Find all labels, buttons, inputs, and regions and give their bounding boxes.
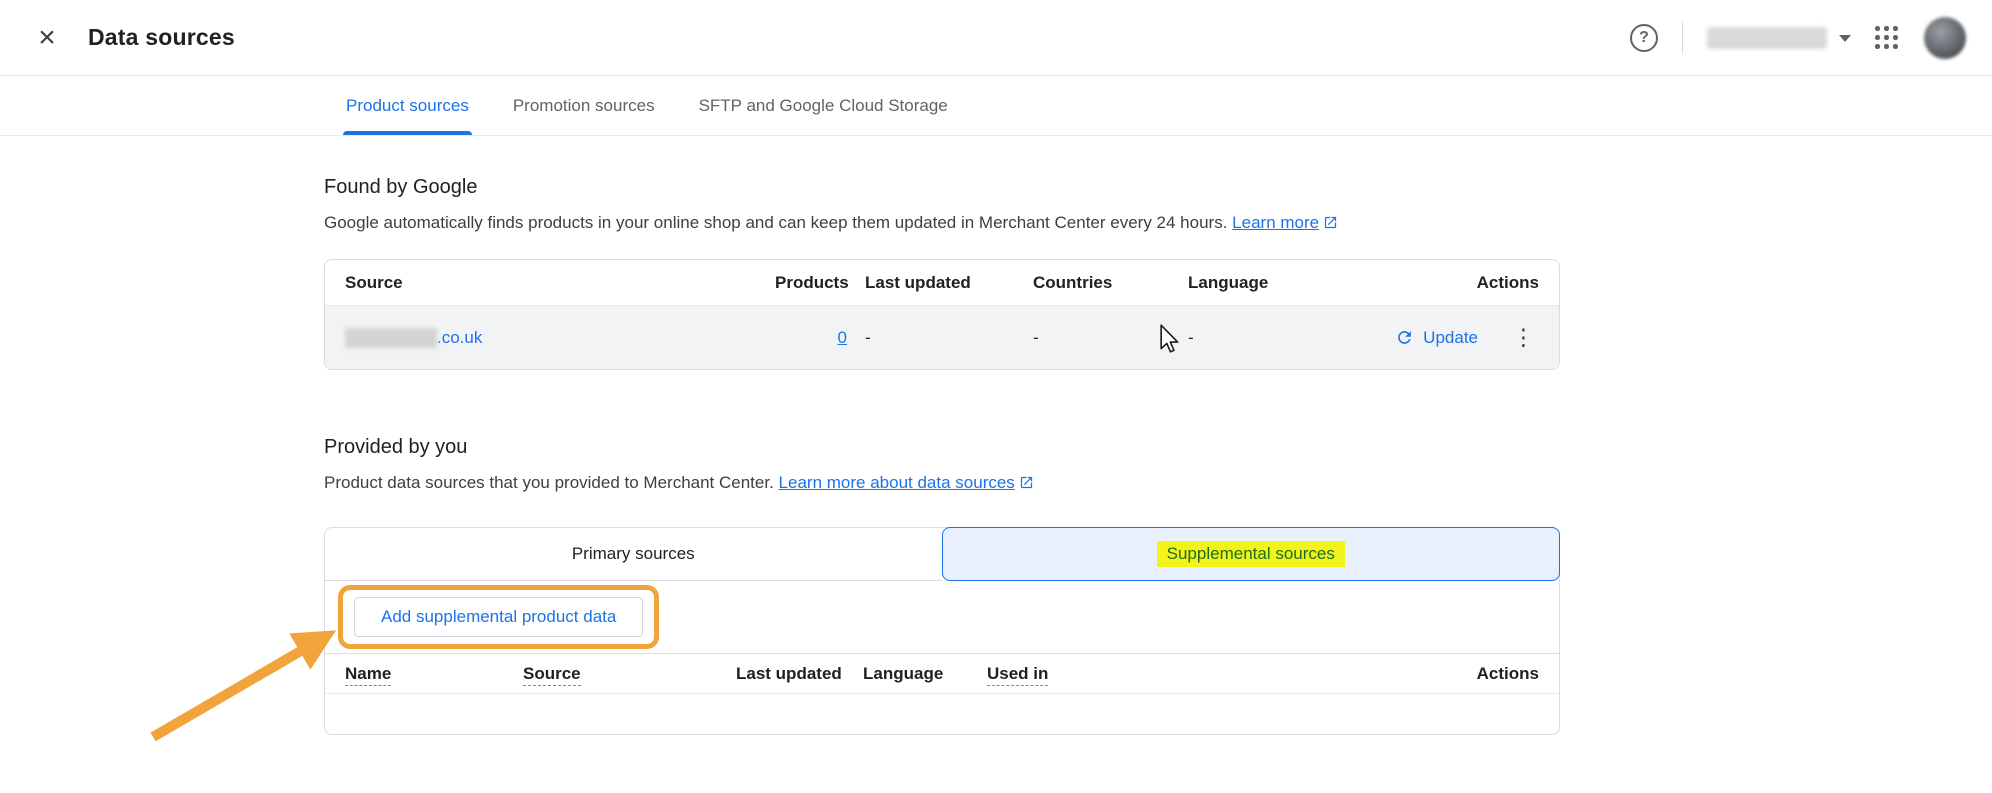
empty-table-body — [325, 694, 1559, 734]
account-selector[interactable] — [1707, 27, 1875, 49]
table-header-row: Source Products Last updated Countries L… — [325, 260, 1559, 306]
update-button[interactable]: Update — [1395, 328, 1478, 348]
col-header-actions: Actions — [1388, 273, 1539, 293]
col-header-used-in-label: Used in — [987, 664, 1048, 686]
source-domain-link[interactable]: .co.uk — [345, 328, 482, 348]
topbar: × Data sources ? — [0, 0, 1992, 76]
col-header-name: Name — [345, 664, 523, 684]
col-header-source-label: Source — [523, 664, 581, 686]
add-supplemental-product-data-button[interactable]: Add supplemental product data — [354, 597, 643, 637]
main-content: Found by Google Google automatically fin… — [324, 176, 1560, 735]
refresh-icon — [1395, 328, 1414, 347]
language-value: - — [1188, 328, 1388, 348]
external-link-icon — [1323, 215, 1338, 230]
found-by-google-description: Google automatically finds products in y… — [324, 213, 1560, 233]
provided-by-you-heading: Provided by you — [324, 436, 1560, 459]
account-name-redacted — [1707, 27, 1827, 49]
topbar-actions: ? — [1630, 17, 1966, 59]
supplemental-table-header-row: Name Source Last updated Language Used i… — [325, 653, 1559, 694]
table-row: .co.uk 0 - - - Update ⋮ — [325, 306, 1559, 369]
col-header-name-label: Name — [345, 664, 391, 686]
tab-supplemental-sources[interactable]: Supplemental sources — [942, 527, 1561, 581]
countries-value: - — [1033, 328, 1188, 348]
provided-by-you-description-text: Product data sources that you provided t… — [324, 473, 774, 492]
provided-by-you-card: Primary sources Supplemental sources Add… — [324, 527, 1560, 735]
col-header-used-in: Used in — [987, 664, 1477, 684]
update-label: Update — [1423, 328, 1478, 348]
source-domain-suffix: .co.uk — [437, 328, 482, 348]
col-header-actions: Actions — [1477, 664, 1539, 684]
source-domain-redacted — [345, 328, 437, 348]
tab-primary-sources[interactable]: Primary sources — [325, 528, 942, 581]
col-header-language: Language — [1188, 273, 1388, 293]
page-title: Data sources — [88, 24, 235, 51]
tab-promotion-sources[interactable]: Promotion sources — [510, 76, 658, 135]
found-by-google-description-text: Google automatically finds products in y… — [324, 213, 1227, 232]
found-by-google-table: Source Products Last updated Countries L… — [324, 259, 1560, 370]
learn-more-data-sources-label: Learn more about data sources — [779, 473, 1015, 492]
col-header-countries: Countries — [1033, 273, 1188, 293]
row-menu-icon[interactable]: ⋮ — [1508, 326, 1539, 349]
supplemental-sources-label-highlighted: Supplemental sources — [1157, 541, 1345, 567]
annotation-highlight-box: Add supplemental product data — [338, 585, 659, 649]
tab-product-sources[interactable]: Product sources — [343, 76, 472, 135]
col-header-last-updated: Last updated — [736, 664, 863, 684]
learn-more-data-sources-link[interactable]: Learn more about data sources — [779, 473, 1034, 492]
col-header-source: Source — [345, 273, 775, 293]
col-header-language: Language — [863, 664, 987, 684]
chevron-down-icon — [1839, 35, 1851, 42]
avatar[interactable] — [1924, 17, 1966, 59]
col-header-source: Source — [523, 664, 736, 684]
learn-more-link[interactable]: Learn more — [1232, 213, 1338, 232]
supplemental-actions-row: Add supplemental product data — [325, 581, 1559, 653]
col-header-products: Products — [775, 273, 847, 293]
col-header-last-updated: Last updated — [865, 273, 1033, 293]
primary-sources-label: Primary sources — [572, 544, 695, 564]
learn-more-label: Learn more — [1232, 213, 1319, 232]
apps-grid-icon[interactable] — [1875, 26, 1898, 49]
nav-tabs: Product sources Promotion sources SFTP a… — [0, 76, 1992, 136]
source-type-tabs: Primary sources Supplemental sources — [325, 528, 1559, 581]
close-icon[interactable]: × — [30, 23, 64, 53]
help-icon[interactable]: ? — [1630, 24, 1658, 52]
provided-by-you-description: Product data sources that you provided t… — [324, 473, 1560, 493]
products-count-link[interactable]: 0 — [838, 328, 847, 347]
tab-sftp-gcs[interactable]: SFTP and Google Cloud Storage — [696, 76, 951, 135]
topbar-divider — [1682, 22, 1683, 54]
external-link-icon — [1019, 475, 1034, 490]
last-updated-value: - — [865, 328, 1033, 348]
found-by-google-heading: Found by Google — [324, 176, 1560, 199]
